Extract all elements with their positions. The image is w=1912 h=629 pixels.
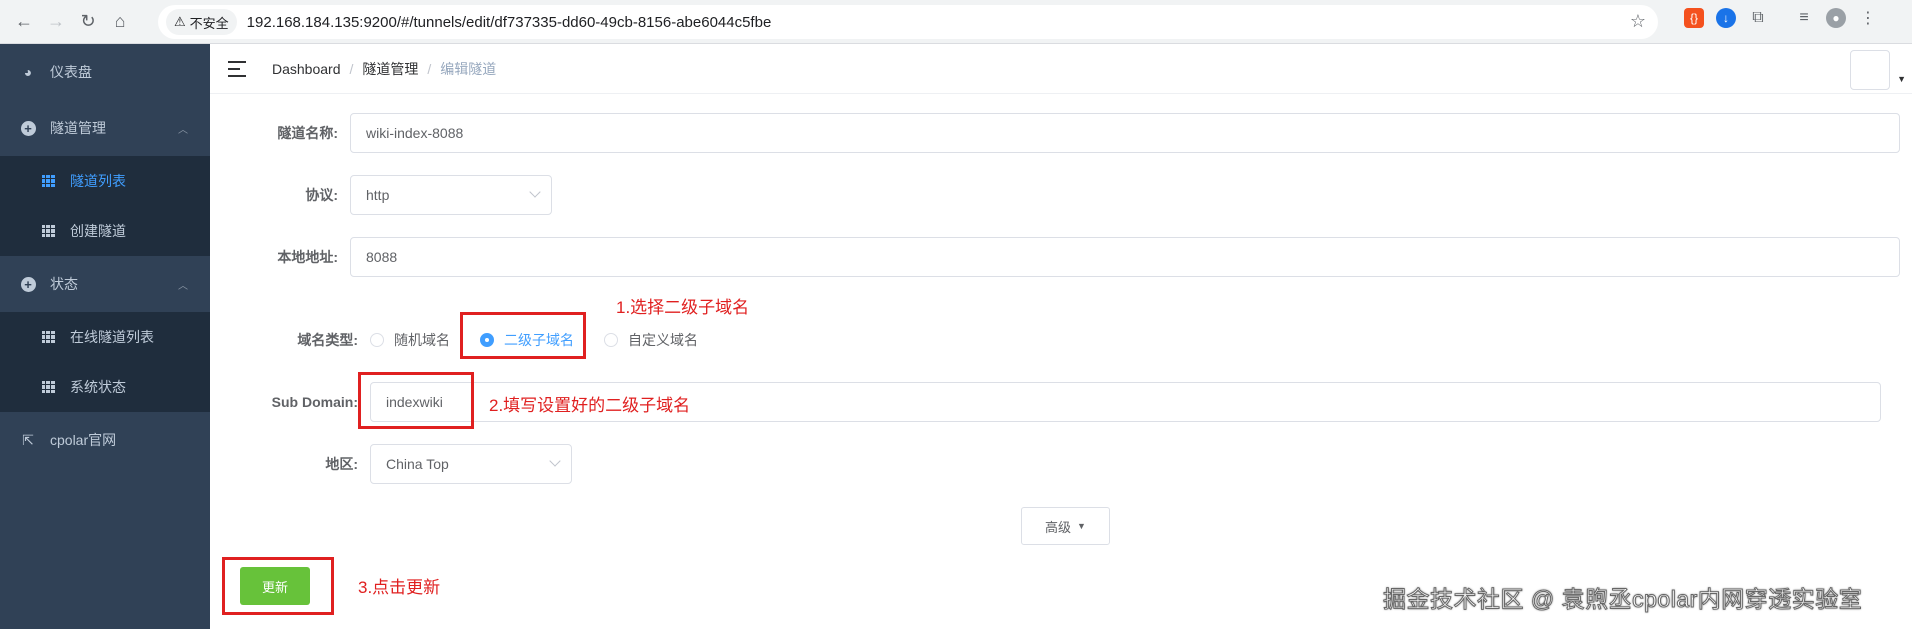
annotation-text-step3: 3.点击更新 [358, 578, 441, 597]
extension-orange-icon[interactable]: {} [1684, 8, 1704, 28]
sidebar: ◕ 仪表盘 + 隧道管理 ︿ 隧道列表 创建隧道 + 状态 ︿ 在线隧道列表 系… [0, 44, 210, 629]
radio-dot [604, 333, 618, 347]
puzzle-icon[interactable]: ⧉ [1748, 8, 1768, 28]
grid-icon [40, 223, 56, 239]
radio-label: 随机域名 [394, 332, 450, 348]
dashboard-icon: ◕ [23, 64, 33, 80]
breadcrumb-separator: / [349, 60, 354, 77]
watermark: 掘金技术社区 @ 袁煦丞cpolar内网穿透实验室 [1382, 586, 1863, 613]
grid-icon [40, 173, 56, 189]
home-icon[interactable]: ⌂ [106, 8, 134, 36]
radio-label: 自定义域名 [628, 332, 698, 348]
domain-type-label: 域名类型: [297, 332, 358, 348]
radio-custom-domain[interactable]: 自定义域名 [604, 330, 698, 350]
browser-toolbar: ← → ↻ ⌂ ⚠ 不安全 192.168.184.135:9200/#/tun… [0, 0, 1912, 44]
tunnel-name-input[interactable]: wiki-index-8088 [350, 113, 1900, 153]
profile-icon[interactable]: ● [1826, 8, 1846, 28]
security-label: 不安全 [189, 15, 229, 31]
sub-domain-label: Sub Domain: [271, 394, 358, 410]
warning-icon: ⚠ [174, 14, 186, 29]
breadcrumb-tunnel-management[interactable]: 隧道管理 [362, 59, 418, 79]
form-row-sub-domain: Sub Domain: indexwiki [240, 382, 1881, 422]
sidebar-item-online-tunnels[interactable]: 在线隧道列表 [0, 312, 210, 362]
navbar: Dashboard / 隧道管理 / 编辑隧道 ▼ [210, 44, 1912, 94]
local-address-label: 本地地址: [277, 249, 338, 265]
breadcrumb-separator: / [427, 60, 432, 77]
grid-icon [40, 329, 56, 345]
sidebar-item-status[interactable]: + 状态 ︿ [0, 256, 210, 312]
sidebar-item-label: 仪表盘 [50, 64, 92, 80]
plus-circle-icon: + [20, 120, 36, 136]
region-label: 地区: [325, 456, 358, 472]
chevron-down-icon [529, 186, 541, 198]
avatar[interactable] [1850, 50, 1890, 90]
forward-icon[interactable]: → [42, 8, 70, 36]
region-value: China Top [386, 456, 449, 472]
url-text[interactable]: 192.168.184.135:9200/#/tunnels/edit/df73… [247, 14, 772, 31]
sidebar-item-tunnel-list[interactable]: 隧道列表 [0, 156, 210, 206]
form-row-protocol: 协议: http [240, 175, 552, 215]
form-row-local-address: 本地地址: 8088 [240, 237, 1900, 277]
sidebar-item-label: 创建隧道 [70, 223, 126, 239]
sidebar-item-dashboard[interactable]: ◕ 仪表盘 [0, 44, 210, 100]
radio-random-domain[interactable]: 随机域名 [370, 330, 450, 350]
chevron-down-icon [549, 455, 561, 467]
extension-icons: {} ↓ ⧉ ≡ ● ⋮ [1684, 8, 1878, 28]
sidebar-item-create-tunnel[interactable]: 创建隧道 [0, 206, 210, 256]
sidebar-item-label: 隧道列表 [70, 173, 126, 189]
reload-icon[interactable]: ↻ [74, 8, 102, 36]
back-icon[interactable]: ← [10, 8, 38, 36]
sidebar-item-tunnel-management[interactable]: + 隧道管理 ︿ [0, 100, 210, 156]
hamburger-icon[interactable] [228, 60, 246, 77]
sidebar-item-label: 隧道管理 [50, 120, 106, 136]
extension-download-icon[interactable]: ↓ [1716, 8, 1736, 28]
tunnel-name-label: 隧道名称: [277, 125, 338, 141]
form-row-region: 地区: China Top [240, 444, 572, 484]
plus-circle-icon: + [20, 276, 36, 292]
annotation-text-step2: 2.填写设置好的二级子域名 [489, 396, 691, 415]
breadcrumb-dashboard[interactable]: Dashboard [272, 61, 341, 77]
sidebar-item-label: 在线隧道列表 [70, 329, 154, 345]
grid-icon [40, 379, 56, 395]
caret-down-icon: ▼ [1077, 521, 1086, 531]
annotation-text-step1: 1.选择二级子域名 [616, 298, 750, 317]
protocol-select[interactable]: http [350, 175, 552, 215]
caret-down-icon[interactable]: ▼ [1897, 74, 1906, 84]
submenu-status: 在线隧道列表 系统状态 [0, 312, 210, 412]
media-icon[interactable]: ≡ [1794, 8, 1814, 28]
local-address-input[interactable]: 8088 [350, 237, 1900, 277]
protocol-label: 协议: [305, 187, 338, 203]
more-menu-icon[interactable]: ⋮ [1858, 8, 1878, 28]
protocol-value: http [366, 187, 390, 203]
security-chip[interactable]: ⚠ 不安全 [166, 9, 237, 35]
annotation-box-step1 [460, 312, 586, 359]
sidebar-item-system-status[interactable]: 系统状态 [0, 362, 210, 412]
external-link-icon: ⇱ [22, 431, 34, 448]
chevron-up-icon: ︿ [178, 124, 188, 136]
sidebar-item-label: 系统状态 [70, 379, 126, 395]
submenu-tunnel-management: 隧道列表 创建隧道 [0, 156, 210, 256]
bookmark-star-icon[interactable]: ☆ [1630, 11, 1646, 32]
advanced-button[interactable]: 高级 ▼ [1021, 507, 1110, 545]
sidebar-item-cpolar-site[interactable]: ⇱ cpolar官网 [0, 412, 210, 468]
address-bar[interactable]: ⚠ 不安全 192.168.184.135:9200/#/tunnels/edi… [158, 5, 1658, 39]
region-select[interactable]: China Top [370, 444, 572, 484]
breadcrumb-edit-tunnel: 编辑隧道 [440, 60, 497, 77]
annotation-box-step3 [222, 557, 334, 615]
sidebar-item-label: 状态 [50, 276, 78, 292]
sidebar-item-label: cpolar官网 [50, 432, 117, 448]
chevron-up-icon: ︿ [178, 280, 188, 292]
radio-dot [370, 333, 384, 347]
form-row-tunnel-name: 隧道名称: wiki-index-8088 [240, 113, 1900, 153]
annotation-box-step2 [358, 372, 474, 429]
advanced-label: 高级 [1045, 519, 1072, 535]
breadcrumb: Dashboard / 隧道管理 / 编辑隧道 [272, 59, 496, 79]
